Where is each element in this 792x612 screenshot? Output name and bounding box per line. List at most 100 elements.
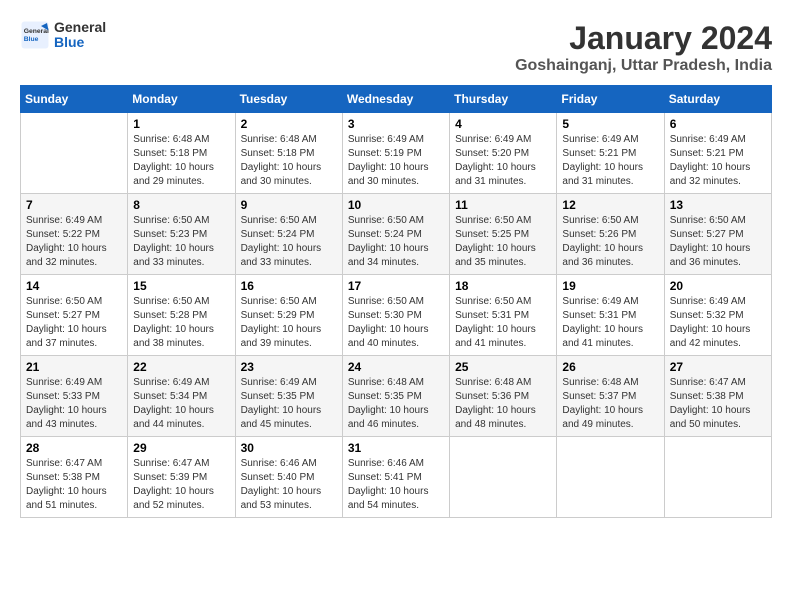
week-row-1: 1 Sunrise: 6:48 AMSunset: 5:18 PMDaylight…	[21, 113, 772, 194]
day-cell	[21, 113, 128, 194]
day-info: Sunrise: 6:47 AMSunset: 5:38 PMDaylight:…	[26, 457, 122, 513]
month-title: January 2024	[515, 20, 772, 57]
day-info: Sunrise: 6:47 AMSunset: 5:39 PMDaylight:…	[133, 457, 229, 513]
day-number: 23	[241, 360, 337, 374]
weekday-header-wednesday: Wednesday	[342, 86, 449, 113]
day-cell: 12Sunrise: 6:50 AMSunset: 5:26 PMDayligh…	[557, 194, 664, 275]
day-cell: 6 Sunrise: 6:49 AMSunset: 5:21 PMDaylight…	[664, 113, 771, 194]
day-cell: 5 Sunrise: 6:49 AMSunset: 5:21 PMDaylight…	[557, 113, 664, 194]
day-cell: 17 Sunrise: 6:50 AMSunset: 5:30 PMDayligh…	[342, 275, 449, 356]
week-row-3: 14 Sunrise: 6:50 AMSunset: 5:27 PMDayligh…	[21, 275, 772, 356]
day-number: 21	[26, 360, 122, 374]
day-info: Sunrise: 6:48 AMSunset: 5:18 PMDaylight:…	[133, 133, 229, 189]
day-cell: 24 Sunrise: 6:48 AMSunset: 5:35 PMDayligh…	[342, 356, 449, 437]
day-info: Sunrise: 6:50 AMSunset: 5:27 PMDaylight:…	[26, 295, 122, 351]
day-number: 19	[562, 279, 658, 293]
day-cell: 7Sunrise: 6:49 AMSunset: 5:22 PMDaylight…	[21, 194, 128, 275]
day-cell: 14 Sunrise: 6:50 AMSunset: 5:27 PMDayligh…	[21, 275, 128, 356]
day-number: 20	[670, 279, 766, 293]
day-info: Sunrise: 6:50 AMSunset: 5:24 PMDaylight:…	[241, 214, 337, 270]
day-cell: 27 Sunrise: 6:47 AMSunset: 5:38 PMDayligh…	[664, 356, 771, 437]
day-cell: 10 Sunrise: 6:50 AMSunset: 5:24 PMDayligh…	[342, 194, 449, 275]
location-title: Goshainganj, Uttar Pradesh, India	[515, 57, 772, 75]
day-info: Sunrise: 6:49 AMSunset: 5:31 PMDaylight:…	[562, 295, 658, 351]
logo-icon: General Blue	[20, 20, 50, 50]
day-cell: 9 Sunrise: 6:50 AMSunset: 5:24 PMDaylight…	[235, 194, 342, 275]
day-cell: 3 Sunrise: 6:49 AMSunset: 5:19 PMDaylight…	[342, 113, 449, 194]
day-number: 31	[348, 441, 444, 455]
day-cell: 2Sunrise: 6:48 AMSunset: 5:18 PMDaylight…	[235, 113, 342, 194]
day-cell: 19 Sunrise: 6:49 AMSunset: 5:31 PMDayligh…	[557, 275, 664, 356]
day-cell: 11Sunrise: 6:50 AMSunset: 5:25 PMDayligh…	[450, 194, 557, 275]
day-number: 5	[562, 117, 658, 131]
logo: General Blue General Blue	[20, 20, 106, 51]
title-area: January 2024 Goshainganj, Uttar Pradesh,…	[515, 20, 772, 75]
day-info: Sunrise: 6:47 AMSunset: 5:38 PMDaylight:…	[670, 376, 766, 432]
day-info: Sunrise: 6:49 AMSunset: 5:21 PMDaylight:…	[562, 133, 658, 189]
day-cell: 20Sunrise: 6:49 AMSunset: 5:32 PMDayligh…	[664, 275, 771, 356]
day-number: 24	[348, 360, 444, 374]
day-cell: 30Sunrise: 6:46 AMSunset: 5:40 PMDayligh…	[235, 437, 342, 518]
day-cell: 15 Sunrise: 6:50 AMSunset: 5:28 PMDayligh…	[128, 275, 235, 356]
day-cell: 21 Sunrise: 6:49 AMSunset: 5:33 PMDayligh…	[21, 356, 128, 437]
day-cell: 13Sunrise: 6:50 AMSunset: 5:27 PMDayligh…	[664, 194, 771, 275]
day-info: Sunrise: 6:50 AMSunset: 5:28 PMDaylight:…	[133, 295, 229, 351]
header: General Blue General Blue January 2024 G…	[20, 20, 772, 75]
day-number: 18	[455, 279, 551, 293]
day-cell: 28 Sunrise: 6:47 AMSunset: 5:38 PMDayligh…	[21, 437, 128, 518]
day-cell: 18Sunrise: 6:50 AMSunset: 5:31 PMDayligh…	[450, 275, 557, 356]
day-number: 3	[348, 117, 444, 131]
day-number: 2	[241, 117, 337, 131]
day-cell: 22 Sunrise: 6:49 AMSunset: 5:34 PMDayligh…	[128, 356, 235, 437]
weekday-header-thursday: Thursday	[450, 86, 557, 113]
day-number: 14	[26, 279, 122, 293]
day-cell: 31Sunrise: 6:46 AMSunset: 5:41 PMDayligh…	[342, 437, 449, 518]
day-number: 27	[670, 360, 766, 374]
day-number: 10	[348, 198, 444, 212]
day-number: 29	[133, 441, 229, 455]
svg-text:Blue: Blue	[24, 36, 39, 43]
week-row-5: 28 Sunrise: 6:47 AMSunset: 5:38 PMDayligh…	[21, 437, 772, 518]
week-row-2: 7Sunrise: 6:49 AMSunset: 5:22 PMDaylight…	[21, 194, 772, 275]
weekday-header-saturday: Saturday	[664, 86, 771, 113]
logo-blue-text: Blue	[54, 35, 106, 50]
day-number: 9	[241, 198, 337, 212]
day-number: 1	[133, 117, 229, 131]
weekday-header-sunday: Sunday	[21, 86, 128, 113]
day-number: 13	[670, 198, 766, 212]
day-info: Sunrise: 6:49 AMSunset: 5:19 PMDaylight:…	[348, 133, 444, 189]
day-number: 15	[133, 279, 229, 293]
day-info: Sunrise: 6:49 AMSunset: 5:33 PMDaylight:…	[26, 376, 122, 432]
logo-text: General Blue	[54, 20, 106, 51]
weekday-header-tuesday: Tuesday	[235, 86, 342, 113]
day-number: 22	[133, 360, 229, 374]
day-cell: 26 Sunrise: 6:48 AMSunset: 5:37 PMDayligh…	[557, 356, 664, 437]
day-number: 17	[348, 279, 444, 293]
day-info: Sunrise: 6:49 AMSunset: 5:22 PMDaylight:…	[26, 214, 122, 270]
day-cell: 8Sunrise: 6:50 AMSunset: 5:23 PMDaylight…	[128, 194, 235, 275]
day-cell: 4 Sunrise: 6:49 AMSunset: 5:20 PMDaylight…	[450, 113, 557, 194]
day-info: Sunrise: 6:50 AMSunset: 5:30 PMDaylight:…	[348, 295, 444, 351]
day-info: Sunrise: 6:48 AMSunset: 5:37 PMDaylight:…	[562, 376, 658, 432]
day-info: Sunrise: 6:49 AMSunset: 5:34 PMDaylight:…	[133, 376, 229, 432]
day-number: 6	[670, 117, 766, 131]
day-number: 12	[562, 198, 658, 212]
day-cell: 1 Sunrise: 6:48 AMSunset: 5:18 PMDaylight…	[128, 113, 235, 194]
day-info: Sunrise: 6:48 AMSunset: 5:35 PMDaylight:…	[348, 376, 444, 432]
day-info: Sunrise: 6:49 AMSunset: 5:35 PMDaylight:…	[241, 376, 337, 432]
day-number: 28	[26, 441, 122, 455]
day-number: 16	[241, 279, 337, 293]
day-info: Sunrise: 6:49 AMSunset: 5:21 PMDaylight:…	[670, 133, 766, 189]
calendar-table: SundayMondayTuesdayWednesdayThursdayFrid…	[20, 85, 772, 518]
day-cell: 23 Sunrise: 6:49 AMSunset: 5:35 PMDayligh…	[235, 356, 342, 437]
week-row-4: 21 Sunrise: 6:49 AMSunset: 5:33 PMDayligh…	[21, 356, 772, 437]
day-info: Sunrise: 6:50 AMSunset: 5:24 PMDaylight:…	[348, 214, 444, 270]
day-info: Sunrise: 6:46 AMSunset: 5:40 PMDaylight:…	[241, 457, 337, 513]
day-info: Sunrise: 6:50 AMSunset: 5:25 PMDaylight:…	[455, 214, 551, 270]
weekday-header-friday: Friday	[557, 86, 664, 113]
day-number: 26	[562, 360, 658, 374]
day-cell: 29 Sunrise: 6:47 AMSunset: 5:39 PMDayligh…	[128, 437, 235, 518]
logo-general-text: General	[54, 20, 106, 35]
day-number: 4	[455, 117, 551, 131]
day-info: Sunrise: 6:49 AMSunset: 5:20 PMDaylight:…	[455, 133, 551, 189]
